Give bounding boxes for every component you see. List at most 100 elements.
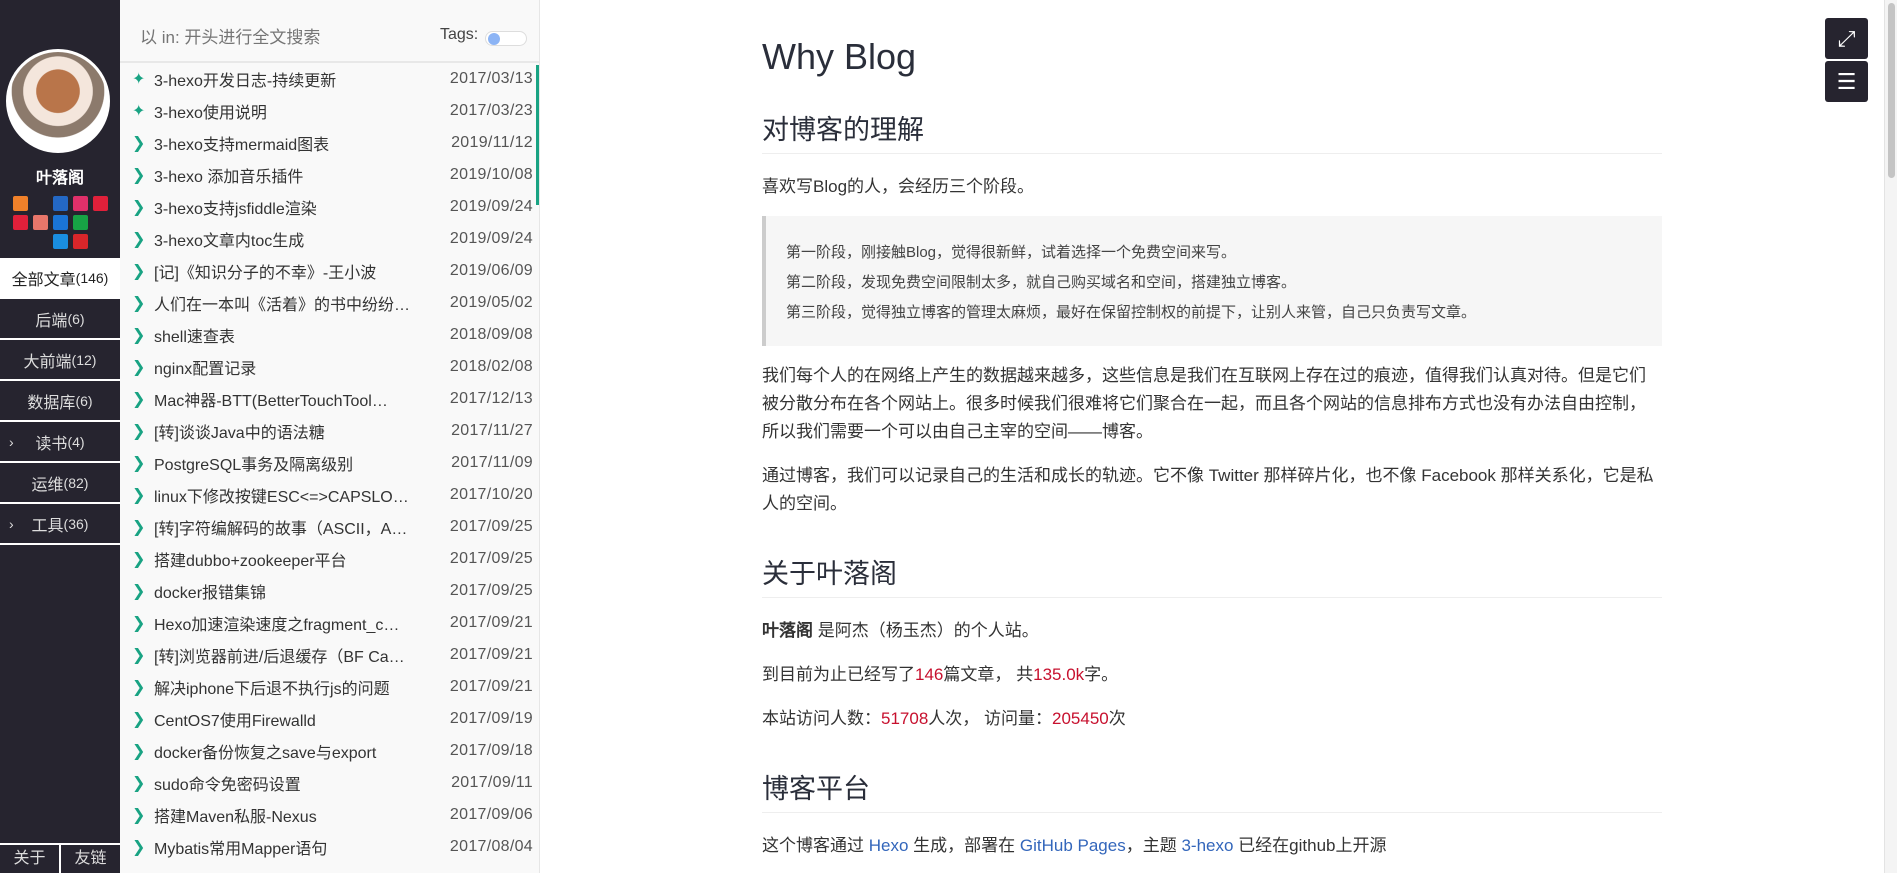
scrollbar-thumb[interactable]	[1888, 3, 1895, 178]
text: 次	[1108, 709, 1126, 728]
friends-link[interactable]: 友链	[59, 845, 120, 873]
qq-icon[interactable]	[32, 234, 48, 249]
menu-backend[interactable]: 后端 (6)	[0, 299, 120, 340]
chevron-right-icon[interactable]: ›	[9, 434, 14, 450]
post-list-item[interactable]: ✦ 3-hexo开发日志-持续更新 2017/03/13	[120, 63, 539, 95]
jianshu-icon[interactable]	[32, 215, 48, 230]
menu-frontend[interactable]: 大前端 (12)	[0, 340, 120, 381]
post-list-item[interactable]: ❯ 3-hexo文章内toc生成 2019/09/24	[120, 223, 539, 255]
netease-icon[interactable]	[72, 234, 88, 249]
post-title: 搭建Maven私服-Nexus	[154, 809, 317, 826]
post-date: 2019/05/02	[449, 294, 533, 311]
list-icon: ☰	[1836, 69, 1857, 94]
post-list-item[interactable]: ❯ 3-hexo支持mermaid图表 2019/11/12	[120, 127, 539, 159]
post-title: Mac神器-BTT(BetterTouchTool…	[154, 393, 388, 410]
text: 字。	[1084, 665, 1119, 684]
theme-link[interactable]: 3-hexo	[1181, 836, 1233, 855]
text: 本站访问人数：	[762, 709, 881, 728]
post-list-item[interactable]: ❯ [转]谈谈Java中的语法糖 2017/11/27	[120, 415, 539, 447]
post-list-item[interactable]: ❯ Mac神器-BTT(BetterTouchTool… 2017/12/13	[120, 383, 539, 415]
text: 是阿杰（杨玉杰）的个人站。	[813, 621, 1039, 640]
search-input[interactable]	[140, 28, 400, 48]
post-date: 2018/02/08	[449, 358, 533, 375]
chevron-right-icon: ❯	[132, 231, 146, 248]
post-date: 2017/11/27	[451, 422, 533, 439]
instagram-icon[interactable]	[72, 196, 88, 211]
menu-count: (36)	[63, 515, 89, 532]
facebook-icon[interactable]	[52, 196, 68, 211]
post-list-item[interactable]: ❯ nginx配置记录 2018/02/08	[120, 351, 539, 383]
post-list-item[interactable]: ✦ 3-hexo使用说明 2017/03/23	[120, 95, 539, 127]
post-title: [转]谈谈Java中的语法糖	[154, 425, 325, 442]
post-list-item[interactable]: ❯ 人们在一本叫《活着》的书中纷纷… 2019/05/02	[120, 287, 539, 319]
email-icon[interactable]	[92, 215, 108, 230]
csdn-icon[interactable]	[72, 215, 88, 230]
post-list-item[interactable]: ❯ CentOS7使用Firewalld 2017/09/19	[120, 703, 539, 735]
post-date: 2019/09/24	[449, 198, 533, 215]
chevron-right-icon: ❯	[132, 775, 146, 792]
about-link[interactable]: 关于	[0, 845, 59, 873]
page-scrollbar[interactable]	[1884, 0, 1897, 873]
post-list-item[interactable]: ❯ linux下修改按键ESC<=>CAPSLO… 2017/10/20	[120, 479, 539, 511]
post-title: sudo命令免密码设置	[154, 777, 301, 794]
hexo-link[interactable]: Hexo	[869, 836, 909, 855]
menu-count: (146)	[75, 269, 109, 286]
chevron-right-icon[interactable]: ›	[9, 516, 14, 532]
menu-count: (82)	[63, 474, 89, 491]
blockquote: 第一阶段，刚接触Blog，觉得很新鲜，试着选择一个免费空间来写。 第二阶段，发现…	[762, 216, 1662, 346]
chevron-right-icon: ❯	[132, 743, 146, 760]
post-list-item[interactable]: ❯ 3-hexo支持jsfiddle渲染 2019/09/24	[120, 191, 539, 223]
kaggle-icon[interactable]	[52, 234, 68, 249]
post-date: 2017/11/09	[451, 454, 533, 471]
post-list-item[interactable]: ❯ [转]浏览器前进/后退缓存（BF Ca… 2017/09/21	[120, 639, 539, 671]
post-list-item[interactable]: ❯ 解决iphone下后退不执行js的问题 2017/09/21	[120, 671, 539, 703]
menu-all-posts[interactable]: 全部文章 (146)	[0, 258, 120, 299]
fullscreen-button[interactable]: ⤢	[1825, 18, 1868, 59]
chevron-right-icon: ❯	[132, 551, 146, 568]
post-list: ✦ 3-hexo开发日志-持续更新 2017/03/13 ✦ 3-hexo使用说明 201…	[120, 63, 539, 863]
chevron-right-icon: ❯	[132, 455, 146, 472]
weibo-icon[interactable]	[92, 196, 108, 211]
tags-toggle[interactable]	[485, 31, 527, 46]
paragraph: 我们每个人的在网络上产生的数据越来越多，这些信息是我们在互联网上存在过的痕迹，值…	[762, 366, 1646, 441]
quote-line: 第二阶段，发现免费空间限制太多，就自己购买域名和空间，搭建独立博客。	[786, 274, 1297, 291]
avatar[interactable]	[6, 49, 110, 153]
chevron-right-icon: ❯	[132, 487, 146, 504]
github-icon[interactable]	[32, 196, 48, 211]
post-date: 2017/09/21	[449, 646, 533, 663]
tags-label: Tags:	[440, 26, 479, 43]
post-list-item[interactable]: ❯ PostgreSQL事务及隔离级别 2017/11/09	[120, 447, 539, 479]
post-list-item[interactable]: ❯ sudo命令免密码设置 2017/09/11	[120, 767, 539, 799]
post-list-item[interactable]: ❯ [转]字符编解码的故事（ASCII，A… 2017/09/25	[120, 511, 539, 543]
post-date: 2017/08/04	[449, 838, 533, 855]
post-list-item[interactable]: ❯ docker备份恢复之save与export 2017/09/18	[120, 735, 539, 767]
post-title: 人们在一本叫《活着》的书中纷纷…	[154, 297, 411, 314]
zhihu-icon[interactable]	[52, 215, 68, 230]
post-list-item[interactable]: ❯ [记]《知识分子的不幸》-王小波 2019/06/09	[120, 255, 539, 287]
toggle-knob	[488, 33, 500, 45]
github-pages-link[interactable]: GitHub Pages	[1020, 836, 1126, 855]
toc-button[interactable]: ☰	[1825, 61, 1868, 102]
post-list-item[interactable]: ❯ Mybatis常用Mapper语句 2017/08/04	[120, 831, 539, 863]
menu-ops[interactable]: 运维 (82)	[0, 463, 120, 504]
post-list-item[interactable]: ❯ 3-hexo 添加音乐插件 2019/10/08	[120, 159, 539, 191]
post-list-item[interactable]: ❯ Hexo加速渲染速度之fragment_c… 2017/09/21	[120, 607, 539, 639]
menu-database[interactable]: 数据库 (6)	[0, 381, 120, 422]
paragraph-visits: 本站访问人数：51708人次， 访问量：205450次	[762, 705, 1126, 733]
weibo2-icon[interactable]	[12, 215, 28, 230]
menu-tools[interactable]: › 工具 (36)	[0, 504, 120, 545]
post-list-item[interactable]: ❯ 搭建dubbo+zookeeper平台 2017/09/25	[120, 543, 539, 575]
post-list-item[interactable]: ❯ 搭建Maven私服-Nexus 2017/09/06	[120, 799, 539, 831]
pin-icon: ✦	[132, 71, 146, 88]
list-scroll-indicator[interactable]	[536, 65, 539, 205]
post-list-item[interactable]: ❯ docker报错集锦 2017/09/25	[120, 575, 539, 607]
post-date: 2019/09/24	[449, 230, 533, 247]
post-list-item[interactable]: ❯ shell速查表 2018/09/08	[120, 319, 539, 351]
post-date: 2017/03/13	[449, 70, 533, 87]
rss-icon[interactable]	[12, 196, 28, 211]
post-date: 2018/09/08	[449, 326, 533, 343]
social-links-row	[0, 234, 120, 249]
menu-reading[interactable]: › 读书 (4)	[0, 422, 120, 463]
footer-links: 关于 友链	[0, 843, 120, 873]
social-links-row	[0, 196, 120, 211]
